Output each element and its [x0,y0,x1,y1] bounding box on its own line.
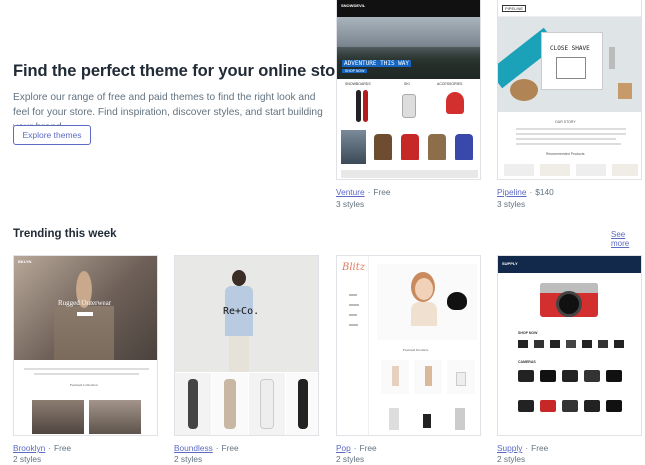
theme-preview-supply[interactable]: SUPPLY SHOP NOW CAMERAS [497,255,642,436]
theme-name-link[interactable]: Brooklyn [13,443,45,453]
theme-meta-pipeline: Pipeline · $140 [497,187,554,197]
theme-price: Free [531,443,549,453]
see-more-link[interactable]: See more [611,230,645,248]
preview-banner-button: SHOP NOW [342,69,368,73]
trending-section-title: Trending this week [13,228,117,240]
theme-meta-brooklyn: Brooklyn · Free [13,443,72,453]
preview-header: SNOWDEVIL [337,0,480,17]
preview-product-row [381,360,475,396]
theme-price: Free [54,443,72,453]
preview-hero-image [377,264,477,340]
preview-sidebar: Blitz [337,256,369,435]
theme-styles-count: 3 styles [497,199,526,209]
preview-hero-image: Re+Co. [175,256,318,372]
preview-hero-image: BKLYN Rugged Outerwear [14,256,157,360]
preview-category-row: SNOWBOARDS SKI ACCESSORIES [342,82,477,126]
theme-preview-boundless[interactable]: Re+Co. [174,255,319,436]
preview-banner: CLOSE SHAVE [550,45,590,52]
preview-header: PIPELINE [498,0,641,17]
theme-preview-pipeline[interactable]: PIPELINE CLOSE SHAVE OUR STORY Recommend… [497,0,642,180]
theme-preview-brooklyn[interactable]: BKLYN Rugged Outerwear Featured Collecti… [13,255,158,436]
preview-brand: PIPELINE [502,5,527,12]
theme-styles-count: 2 styles [497,454,526,464]
theme-styles-count: 2 styles [336,454,365,464]
preview-header: SUPPLY [498,256,641,273]
theme-name-link[interactable]: Boundless [174,443,213,453]
theme-styles-count: 2 styles [13,454,42,464]
preview-product-row [518,338,628,352]
preview-brand: Blitz [342,262,366,273]
preview-brand: BKLYN [18,259,32,264]
theme-price: $140 [535,187,554,197]
theme-price: Free [373,187,391,197]
theme-preview-venture[interactable]: SNOWDEVIL ADVENTURE THIS WAY SHOP NOW SN… [336,0,481,180]
preview-banner: ADVENTURE THIS WAY [342,60,412,67]
theme-name-link[interactable]: Pipeline [497,187,527,197]
preview-story: OUR STORY Recommended Products [498,112,641,176]
hero-title: Find the perfect theme for your online s… [13,62,351,80]
preview-product-row [341,130,478,164]
theme-name-link[interactable]: Venture [336,187,365,197]
theme-name-link[interactable]: Pop [336,443,351,453]
theme-meta-boundless: Boundless · Free [174,443,239,453]
preview-brand: SNOWDEVIL [341,3,366,8]
preview-banner: Re+Co. [223,306,260,317]
theme-price: Free [221,443,239,453]
preview-hero-image: ADVENTURE THIS WAY SHOP NOW [337,17,480,79]
preview-hero-image [498,273,641,327]
theme-preview-pop[interactable]: Blitz Featured Products [336,255,481,436]
theme-meta-supply: Supply · Free [497,443,549,453]
theme-name-link[interactable]: Supply [497,443,522,453]
theme-meta-venture: Venture · Free [336,187,391,197]
preview-banner: Rugged Outerwear [58,299,112,307]
preview-hero-image: CLOSE SHAVE [498,17,641,112]
theme-styles-count: 3 styles [336,199,365,209]
explore-themes-button[interactable]: Explore themes [13,125,91,145]
preview-brand: SUPPLY [502,261,518,266]
preview-product-grid [175,373,318,435]
preview-camera-row [518,368,628,386]
theme-meta-pop: Pop · Free [336,443,377,453]
theme-styles-count: 2 styles [174,454,203,464]
theme-price: Free [359,443,377,453]
